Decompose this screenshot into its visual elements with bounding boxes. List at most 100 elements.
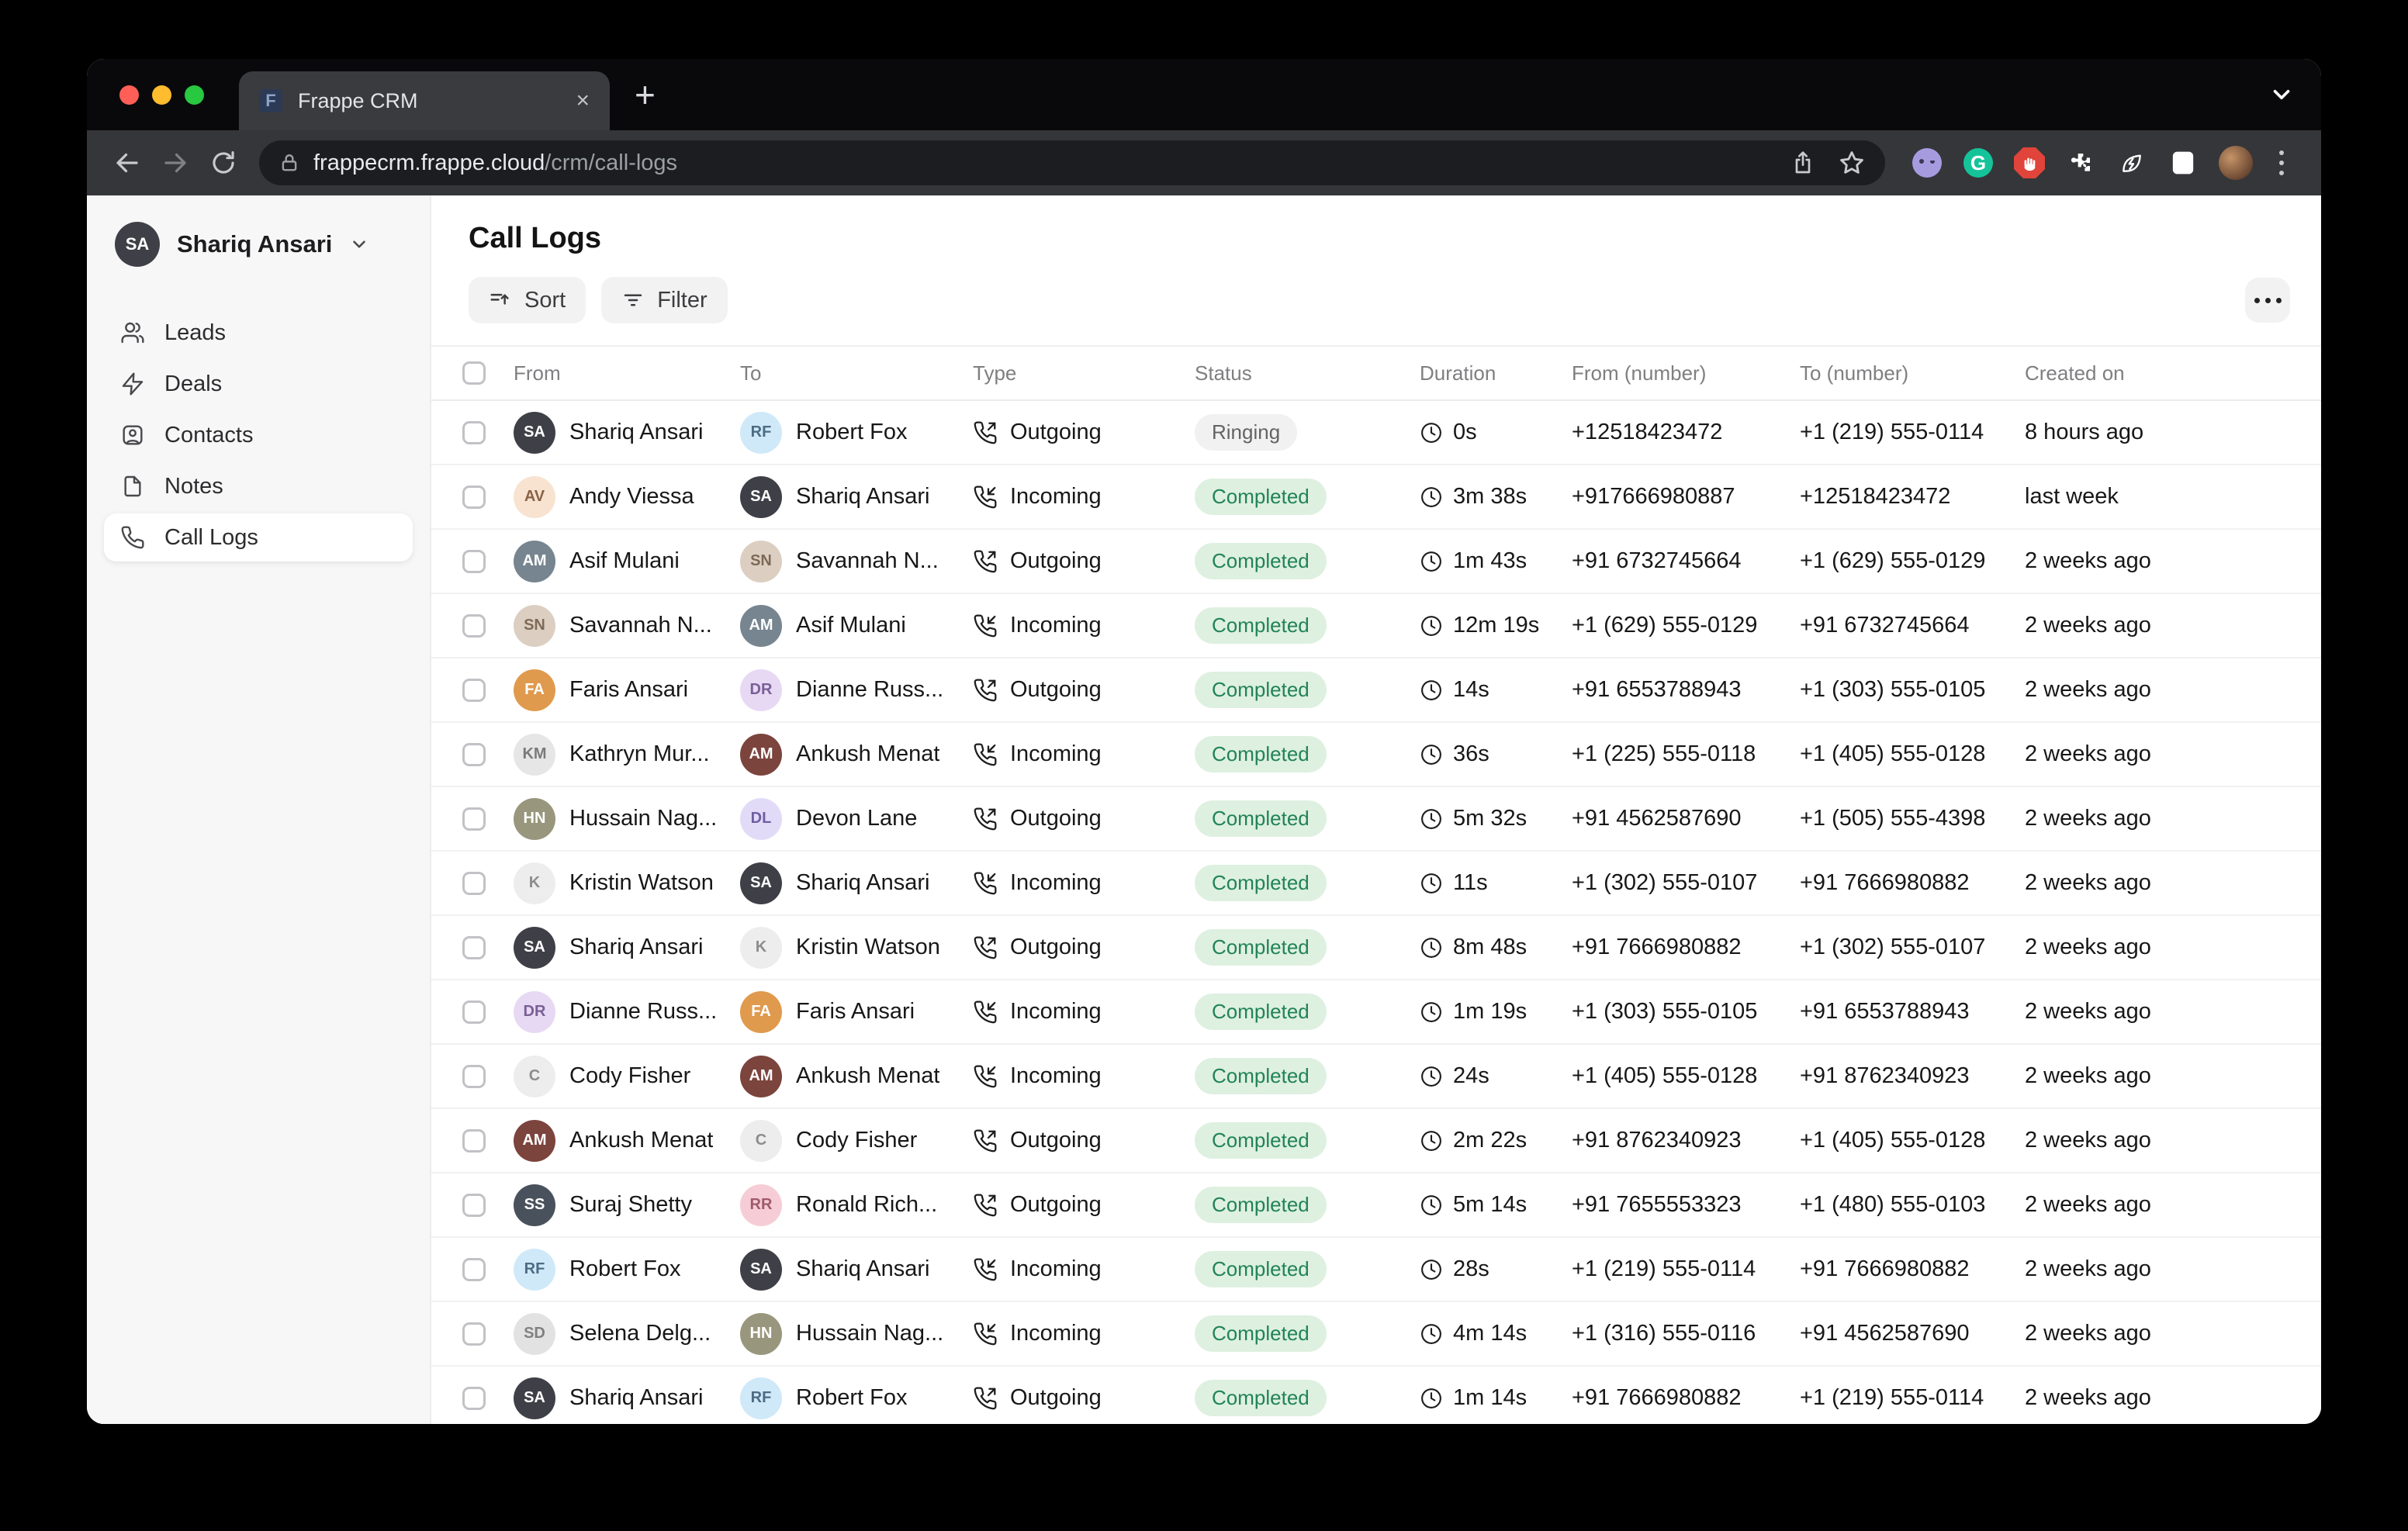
clock-icon xyxy=(1420,807,1443,831)
call-type: Incoming xyxy=(1010,870,1102,896)
call-duration: 4m 14s xyxy=(1453,1321,1527,1346)
sidebar-nav: Leads Deals Contacts xyxy=(104,309,413,562)
from-number: +1 (405) 555-0128 xyxy=(1572,1063,1800,1089)
sidebar-toggle-icon[interactable] xyxy=(2168,147,2199,178)
reload-button[interactable] xyxy=(203,143,244,183)
sidebar-item-deals[interactable]: Deals xyxy=(104,360,413,408)
sidebar-item-call-logs[interactable]: Call Logs xyxy=(104,513,413,562)
close-window-button[interactable] xyxy=(119,85,139,105)
table-row[interactable]: C Cody Fisher AM Ankush Menat Incoming C… xyxy=(431,1045,2321,1109)
row-checkbox[interactable] xyxy=(462,614,486,638)
avatar: AM xyxy=(740,1056,782,1097)
table-row[interactable]: K Kristin Watson SA Shariq Ansari Incomi… xyxy=(431,852,2321,916)
row-checkbox[interactable] xyxy=(462,936,486,959)
table-row[interactable]: HN Hussain Nag... DL Devon Lane Outgoing… xyxy=(431,787,2321,852)
forward-button[interactable] xyxy=(155,143,195,183)
user-menu[interactable]: SA Shariq Ansari xyxy=(104,222,413,267)
extensions-puzzle-icon[interactable] xyxy=(2065,147,2096,178)
avatar: SA xyxy=(115,222,160,267)
row-checkbox[interactable] xyxy=(462,679,486,702)
browser-tab[interactable]: F Frappe CRM × xyxy=(239,71,610,130)
clock-icon xyxy=(1420,743,1443,766)
row-checkbox[interactable] xyxy=(462,872,486,895)
table-row[interactable]: SA Shariq Ansari K Kristin Watson Outgoi… xyxy=(431,916,2321,980)
row-checkbox[interactable] xyxy=(462,1258,486,1281)
table-row[interactable]: AV Andy Viessa SA Shariq Ansari Incoming… xyxy=(431,465,2321,530)
profile-avatar[interactable] xyxy=(2219,146,2253,180)
call-type: Incoming xyxy=(1010,1063,1102,1089)
url-bar[interactable]: frappecrm.frappe.cloud/crm/call-logs xyxy=(259,140,1885,185)
new-tab-button[interactable]: + xyxy=(635,59,656,130)
call-duration: 8m 48s xyxy=(1453,935,1527,960)
row-checkbox[interactable] xyxy=(462,1322,486,1346)
sort-button[interactable]: Sort xyxy=(469,277,586,323)
zoom-window-button[interactable] xyxy=(185,85,204,105)
clock-icon xyxy=(1420,1387,1443,1410)
filter-button[interactable]: Filter xyxy=(601,277,727,323)
table-row[interactable]: FA Faris Ansari DR Dianne Russ... Outgoi… xyxy=(431,658,2321,723)
avatar: DR xyxy=(514,991,555,1033)
share-icon[interactable] xyxy=(1790,150,1815,175)
row-checkbox[interactable] xyxy=(462,743,486,766)
call-type: Outgoing xyxy=(1010,420,1102,445)
status-badge: Completed xyxy=(1195,800,1327,837)
table-row[interactable]: SA Shariq Ansari RF Robert Fox Outgoing … xyxy=(431,401,2321,465)
created-on: 2 weeks ago xyxy=(2025,1128,2290,1153)
sidebar-item-contacts[interactable]: Contacts xyxy=(104,411,413,459)
row-checkbox[interactable] xyxy=(462,1194,486,1217)
select-all-checkbox[interactable] xyxy=(462,361,486,385)
minimize-window-button[interactable] xyxy=(152,85,171,105)
row-checkbox[interactable] xyxy=(462,550,486,573)
grammarly-extension-icon[interactable]: G xyxy=(1963,147,1994,178)
created-on: 8 hours ago xyxy=(2025,420,2290,445)
bookmark-star-icon[interactable] xyxy=(1839,150,1865,176)
table-row[interactable]: AM Ankush Menat C Cody Fisher Outgoing C… xyxy=(431,1109,2321,1173)
chevron-down-icon xyxy=(349,234,369,254)
table-row[interactable]: SS Suraj Shetty RR Ronald Rich... Outgoi… xyxy=(431,1173,2321,1238)
table-row[interactable]: RF Robert Fox SA Shariq Ansari Incoming … xyxy=(431,1238,2321,1302)
status-badge: Completed xyxy=(1195,1251,1327,1287)
back-button[interactable] xyxy=(107,143,147,183)
table-row[interactable]: KM Kathryn Mur... AM Ankush Menat Incomi… xyxy=(431,723,2321,787)
to-number: +91 8762340923 xyxy=(1800,1063,2025,1089)
table-row[interactable]: AM Asif Mulani SN Savannah N... Outgoing… xyxy=(431,530,2321,594)
call-duration: 28s xyxy=(1453,1256,1489,1282)
main-content: Call Logs Sort Filter xyxy=(431,195,2321,1424)
github-extension-icon[interactable] xyxy=(1912,147,1943,178)
table-row[interactable]: SN Savannah N... AM Asif Mulani Incoming… xyxy=(431,594,2321,658)
browser-menu-icon[interactable] xyxy=(2273,150,2290,175)
row-checkbox[interactable] xyxy=(462,807,486,831)
from-name: Asif Mulani xyxy=(569,548,680,574)
row-checkbox[interactable] xyxy=(462,1065,486,1088)
table-row[interactable]: DR Dianne Russ... FA Faris Ansari Incomi… xyxy=(431,980,2321,1045)
sidebar-item-leads[interactable]: Leads xyxy=(104,309,413,357)
to-name: Asif Mulani xyxy=(796,613,906,638)
from-name: Andy Viessa xyxy=(569,484,694,510)
column-header-from[interactable]: From xyxy=(514,361,740,385)
column-header-type[interactable]: Type xyxy=(973,361,1195,385)
adblock-extension-icon[interactable] xyxy=(2014,147,2045,178)
more-options-button[interactable] xyxy=(2245,278,2290,323)
call-type: Incoming xyxy=(1010,1256,1102,1282)
column-header-duration[interactable]: Duration xyxy=(1420,361,1572,385)
row-checkbox[interactable] xyxy=(462,486,486,509)
window-chevron-icon[interactable] xyxy=(2268,59,2295,130)
row-checkbox[interactable] xyxy=(462,1001,486,1024)
leaf-extension-icon[interactable] xyxy=(2116,147,2147,178)
call-logs-table: From To Type Status Duration From (numbe… xyxy=(431,347,2321,1424)
tab-close-icon[interactable]: × xyxy=(576,89,590,112)
table-row[interactable]: SD Selena Delg... HN Hussain Nag... Inco… xyxy=(431,1302,2321,1367)
row-checkbox[interactable] xyxy=(462,1129,486,1153)
sidebar-item-notes[interactable]: Notes xyxy=(104,462,413,510)
extensions-row: G xyxy=(1912,146,2290,180)
column-header-created-on[interactable]: Created on xyxy=(2025,361,2290,385)
row-checkbox[interactable] xyxy=(462,421,486,444)
column-header-to[interactable]: To xyxy=(740,361,973,385)
column-header-from-number[interactable]: From (number) xyxy=(1572,361,1800,385)
table-row[interactable]: SA Shariq Ansari RF Robert Fox Outgoing … xyxy=(431,1367,2321,1424)
column-header-to-number[interactable]: To (number) xyxy=(1800,361,2025,385)
clock-icon xyxy=(1420,1194,1443,1217)
column-header-status[interactable]: Status xyxy=(1195,361,1420,385)
to-number: +1 (303) 555-0105 xyxy=(1800,677,2025,703)
row-checkbox[interactable] xyxy=(462,1387,486,1410)
